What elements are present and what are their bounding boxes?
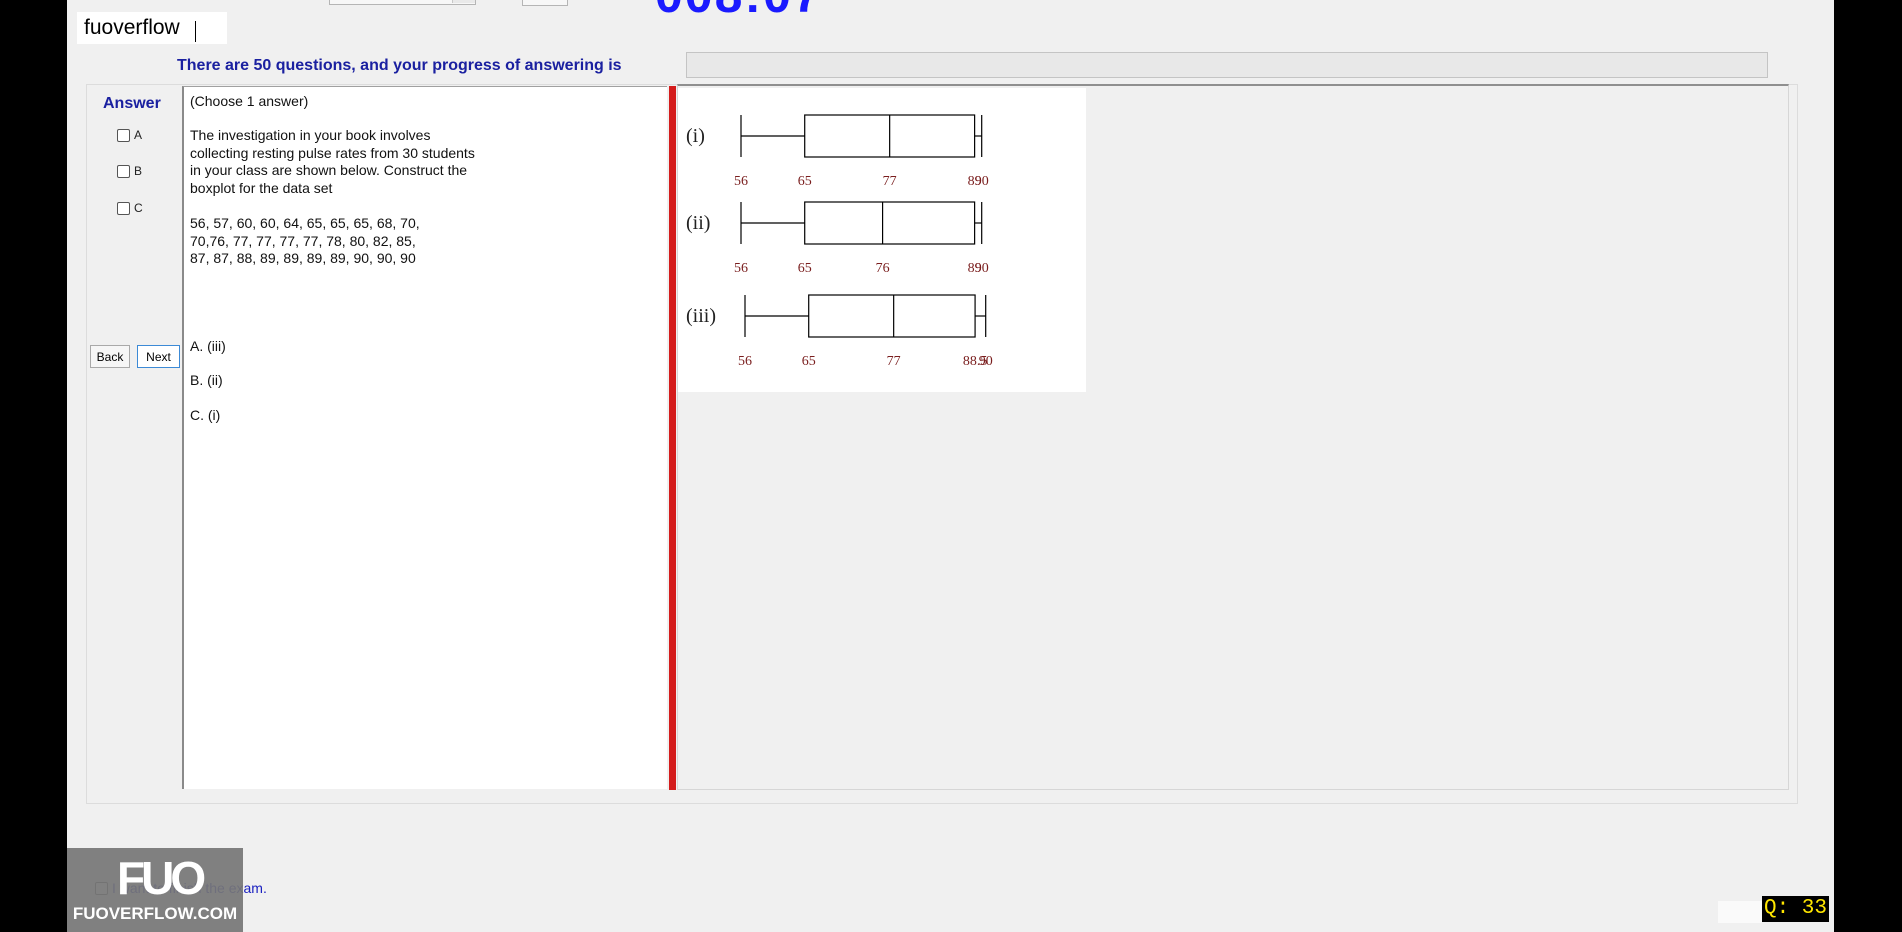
checkbox-b[interactable] bbox=[117, 164, 130, 178]
iqr-box bbox=[804, 201, 976, 245]
top-small-field[interactable] bbox=[522, 0, 568, 6]
tick-label: 76 bbox=[876, 261, 890, 276]
tick-label: 77 bbox=[883, 174, 897, 189]
tick-label: 56 bbox=[734, 261, 748, 276]
logo-mark: FUO bbox=[117, 852, 206, 904]
fuoverflow-logo: FUO FUOVERFLOW.COM bbox=[67, 848, 243, 932]
question-text: The investigation in your book involves … bbox=[190, 127, 475, 196]
choice-b: B. (ii) bbox=[190, 372, 223, 388]
tick-label: 56 bbox=[734, 174, 748, 189]
logo-url: FUOVERFLOW.COM bbox=[72, 904, 238, 923]
tick-label: 77 bbox=[887, 354, 901, 369]
question-panel: (Choose 1 answer) The investigation in y… bbox=[182, 86, 667, 789]
exam-timer: 008:07 bbox=[655, 0, 823, 24]
answer-option-label: C bbox=[134, 201, 143, 215]
tick-label: 90 bbox=[979, 354, 993, 369]
boxplot-figure: (i) 56 65 77 89 90 (ii) 56 65 76 89 90 (iii) 56 65 77 88… bbox=[678, 88, 1086, 392]
next-button[interactable]: Next bbox=[137, 345, 180, 368]
boxplot-label: (i) bbox=[686, 125, 705, 147]
text-cursor bbox=[195, 21, 196, 42]
checkbox-c[interactable] bbox=[117, 201, 130, 215]
panel-divider bbox=[669, 86, 676, 790]
question-data: 56, 57, 60, 60, 64, 65, 65, 65, 68, 70, … bbox=[190, 215, 420, 266]
question-instruction: (Choose 1 answer) bbox=[190, 93, 309, 109]
iqr-box bbox=[808, 294, 976, 338]
back-button[interactable]: Back bbox=[90, 345, 130, 368]
answer-option-b[interactable]: B bbox=[117, 162, 142, 180]
tick-label: 65 bbox=[802, 354, 816, 369]
choice-c: C. (i) bbox=[190, 407, 221, 423]
boxplot-label: (iii) bbox=[686, 305, 716, 327]
dropdown-arrow-icon[interactable] bbox=[452, 0, 475, 3]
question-indicator: Q: 33 bbox=[1762, 896, 1830, 922]
progress-bar bbox=[686, 52, 1768, 78]
tick-label: 90 bbox=[975, 174, 989, 189]
tick-label: 90 bbox=[975, 261, 989, 276]
tick-label: 65 bbox=[798, 261, 812, 276]
answer-option-label: B bbox=[134, 164, 143, 178]
answer-option-label: A bbox=[134, 128, 143, 142]
answer-option-a[interactable]: A bbox=[117, 126, 142, 144]
boxplot-label: (ii) bbox=[686, 212, 710, 234]
answer-option-c[interactable]: C bbox=[117, 199, 143, 217]
boxplot-svg: (i)56 65 77 8990(ii)56 65 76 8990(iii)56 65 77 88… bbox=[686, 114, 993, 369]
question-indicator-pad bbox=[1718, 901, 1762, 923]
tick-label: 65 bbox=[798, 174, 812, 189]
progress-label: There are 50 questions, and your progres… bbox=[177, 57, 622, 74]
exam-window: 008:07 fuoverflow There are 50 questions… bbox=[67, 0, 1834, 932]
brand-label: fuoverflow bbox=[77, 12, 227, 44]
checkbox-a[interactable] bbox=[117, 128, 130, 142]
tick-label: 56 bbox=[738, 354, 752, 369]
answer-title: Answer bbox=[103, 95, 161, 112]
choice-a: A. (iii) bbox=[190, 338, 226, 354]
